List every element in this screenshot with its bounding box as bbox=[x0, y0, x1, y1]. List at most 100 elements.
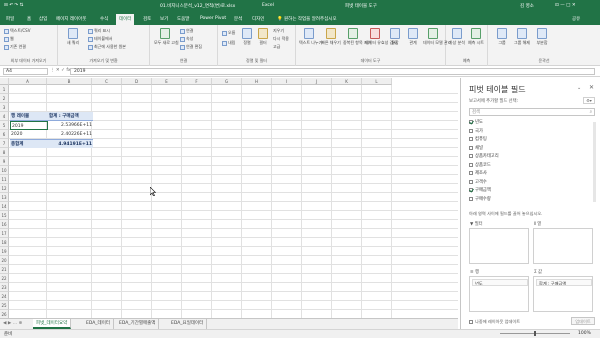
tell-me-box[interactable]: 💡 원하는 작업을 알려주십시오 bbox=[277, 16, 337, 22]
from-text-button[interactable]: 텍스트/CSV bbox=[4, 28, 30, 34]
field-checkbox[interactable] bbox=[469, 196, 473, 201]
field-item[interactable]: 상품코드 bbox=[469, 162, 491, 168]
field-checkbox[interactable] bbox=[469, 137, 473, 141]
tab-analyze[interactable]: 분석 bbox=[234, 16, 242, 22]
window-controls[interactable]: ⊡ — □ ✕ bbox=[555, 3, 576, 8]
pivot-grand-total-label[interactable]: 총합계 bbox=[10, 139, 48, 148]
field-checkbox[interactable] bbox=[469, 179, 473, 184]
field-item[interactable]: 년도 bbox=[469, 119, 483, 125]
field-item[interactable]: 구매수량 bbox=[469, 196, 491, 202]
ungroup-button[interactable]: 그룹 해제 bbox=[512, 28, 532, 46]
column-header[interactable]: G bbox=[212, 78, 242, 85]
field-item[interactable]: 채널 bbox=[469, 145, 483, 151]
row-header[interactable]: 1 bbox=[0, 85, 9, 94]
tab-file[interactable]: 파일 bbox=[6, 16, 14, 22]
sheet-tab-pivot-summary[interactable]: 피벗_데이터요약 bbox=[33, 319, 72, 329]
row-header[interactable]: 2 bbox=[0, 94, 9, 103]
tab-formulas[interactable]: 수식 bbox=[100, 16, 108, 22]
update-button[interactable]: 업데이트 bbox=[571, 317, 595, 325]
values-area-item[interactable]: 합계 : 구매금액 bbox=[536, 279, 592, 286]
pivot-row-2020[interactable]: 2020 bbox=[10, 130, 48, 139]
field-list-scrollbar[interactable] bbox=[593, 122, 596, 202]
row-header[interactable]: 17 bbox=[0, 229, 9, 238]
row-header[interactable]: 24 bbox=[0, 292, 9, 301]
pivot-value-header[interactable]: 합계 : 구매금액 bbox=[48, 112, 93, 121]
row-header[interactable]: 12 bbox=[0, 184, 9, 193]
row-header[interactable]: 19 bbox=[0, 247, 9, 256]
flash-fill-button[interactable]: 빠른 채우기 bbox=[321, 28, 341, 46]
row-header[interactable]: 22 bbox=[0, 274, 9, 283]
column-header[interactable]: A bbox=[9, 78, 47, 85]
consolidate-button[interactable]: 통합 bbox=[387, 28, 403, 46]
relationships-button[interactable]: 관계 bbox=[405, 28, 421, 46]
refresh-all-button[interactable]: 모두 새로 고침 bbox=[154, 28, 179, 46]
row-header[interactable]: 11 bbox=[0, 175, 9, 184]
pane-collapse-icon[interactable]: ⌄ bbox=[577, 85, 581, 91]
edit-links-button[interactable]: 연결 편집 bbox=[180, 44, 202, 50]
field-checkbox[interactable] bbox=[469, 145, 473, 150]
field-item[interactable]: 구매금액 bbox=[469, 187, 491, 193]
field-checkbox[interactable] bbox=[469, 154, 473, 158]
clear-filter-button[interactable]: 지우기 bbox=[273, 28, 284, 34]
column-header[interactable]: D bbox=[122, 78, 152, 85]
pivot-row-label-header[interactable]: 행 레이블 bbox=[10, 112, 48, 121]
row-header[interactable]: 20 bbox=[0, 256, 9, 265]
row-header[interactable]: 21 bbox=[0, 265, 9, 274]
advanced-filter-button[interactable]: 고급 bbox=[273, 44, 280, 50]
sort-button[interactable]: 정렬 bbox=[240, 28, 254, 46]
from-table-button[interactable]: 테이블에서 bbox=[88, 36, 112, 42]
text-to-columns-button[interactable]: 텍스트 나누기 bbox=[299, 28, 322, 46]
field-checkbox[interactable] bbox=[469, 120, 473, 124]
field-search-input[interactable]: 검색 ⌕ bbox=[469, 108, 595, 116]
tab-data[interactable]: 데이터 bbox=[116, 14, 135, 25]
pivot-grand-total-value[interactable]: 4.94191E+11 bbox=[48, 139, 93, 148]
quick-access-toolbar[interactable]: ⊟ ↶ ↷ ⇅ bbox=[4, 3, 23, 8]
defer-update-checkbox[interactable]: 나중에 레이아웃 업데이트 bbox=[469, 319, 520, 325]
row-header[interactable]: 14 bbox=[0, 202, 9, 211]
forecast-sheet-button[interactable]: 예측 시트 bbox=[467, 28, 485, 46]
what-if-button[interactable]: 가상 분석 bbox=[448, 28, 466, 46]
field-item[interactable]: 컴퓨팅 bbox=[469, 136, 487, 142]
column-header[interactable]: L bbox=[362, 78, 392, 85]
row-header[interactable]: 13 bbox=[0, 193, 9, 202]
sheet-tab-eda-weekday[interactable]: EDA_요일데이터 bbox=[168, 319, 208, 329]
gear-icon[interactable]: ⚙▾ bbox=[583, 97, 595, 104]
filter-button[interactable]: 필터 bbox=[256, 28, 270, 46]
rows-area-item[interactable]: 년도 bbox=[472, 279, 528, 286]
pane-close-icon[interactable]: ✕ bbox=[589, 84, 594, 91]
properties-button[interactable]: 속성 bbox=[180, 36, 193, 42]
column-header[interactable]: B bbox=[47, 78, 92, 85]
field-item[interactable]: 고객수 bbox=[469, 179, 487, 185]
filter-area-box[interactable] bbox=[469, 228, 529, 264]
sort-desc-button[interactable]: 내림 bbox=[222, 40, 235, 46]
row-header[interactable]: 15 bbox=[0, 211, 9, 220]
reapply-button[interactable]: 다시 적용 bbox=[273, 36, 289, 42]
tab-design[interactable]: 디자인 bbox=[252, 16, 264, 22]
row-header[interactable]: 26 bbox=[0, 310, 9, 318]
rows-area-box[interactable]: 년도 bbox=[469, 276, 529, 312]
pivot-row-2019[interactable]: 2019 bbox=[10, 121, 48, 130]
share-button[interactable]: 공유 bbox=[572, 16, 580, 22]
from-web-button[interactable]: 웹 bbox=[4, 36, 14, 42]
group-button[interactable]: 그룹 bbox=[494, 28, 510, 46]
row-header[interactable]: 9 bbox=[0, 157, 9, 166]
data-validation-button[interactable]: 데이터 유효성 검사 bbox=[365, 28, 397, 46]
field-checkbox[interactable] bbox=[469, 171, 473, 175]
zoom-slider-thumb[interactable] bbox=[534, 331, 536, 336]
sheet-nav-buttons[interactable]: ◀ ▶ ... ⊕ bbox=[3, 321, 22, 326]
sort-asc-button[interactable]: 오름 bbox=[222, 30, 235, 36]
column-header[interactable]: C bbox=[92, 78, 122, 85]
worksheet-grid[interactable]: ABCDEFGHIJKL 1 2 3 4 5 6 7 8 9 10 11 12 13 14 15 16 17 18… bbox=[0, 78, 458, 318]
columns-area-box[interactable] bbox=[533, 228, 593, 264]
field-checkbox[interactable] bbox=[469, 188, 473, 192]
field-item[interactable]: 국가 bbox=[469, 128, 483, 134]
subtotal-button[interactable]: 부분합 bbox=[534, 28, 550, 46]
row-header[interactable]: 10 bbox=[0, 166, 9, 175]
tab-review[interactable]: 검토 bbox=[143, 16, 151, 22]
connections-button[interactable]: 연결 bbox=[180, 28, 193, 34]
tab-help[interactable]: 도움말 bbox=[177, 16, 189, 22]
column-header[interactable]: J bbox=[302, 78, 332, 85]
pivot-value-2020[interactable]: 2.40226E+11 bbox=[48, 130, 93, 139]
row-header[interactable]: 6 bbox=[0, 130, 9, 139]
row-header[interactable]: 7 bbox=[0, 139, 9, 148]
